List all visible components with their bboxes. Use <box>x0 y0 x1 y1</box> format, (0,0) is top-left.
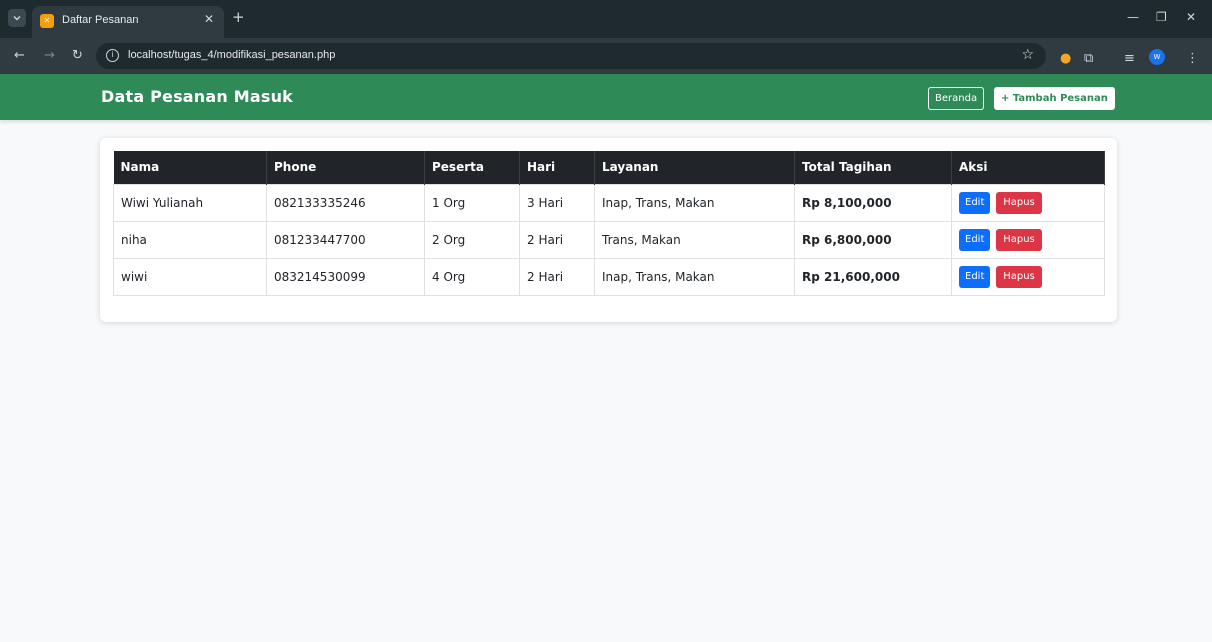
edit-button[interactable]: Edit <box>959 228 991 251</box>
edit-button[interactable]: Edit <box>959 265 991 288</box>
table-header-row: Nama Phone Peserta Hari Layanan Total Ta… <box>113 151 1105 184</box>
address-bar[interactable]: i localhost/tugas_4/modifikasi_pesanan.p… <box>96 43 1046 69</box>
tambah-pesanan-button[interactable]: + Tambah Pesanan <box>994 87 1115 110</box>
cell-aksi: Edit Hapus <box>951 257 1105 296</box>
tab-title: Daftar Pesanan <box>62 14 139 26</box>
reading-list-icon[interactable]: ≡ <box>1124 51 1135 66</box>
xampp-favicon-icon: ✕ <box>40 14 54 28</box>
table-row: Wiwi Yulianah 082133335246 1 Org 3 Hari … <box>113 183 1105 222</box>
restore-icon[interactable]: ❐ <box>1156 10 1167 24</box>
cell-peserta: 2 Org <box>424 220 520 259</box>
hapus-button[interactable]: Hapus <box>996 191 1042 214</box>
cell-phone: 081233447700 <box>266 220 425 259</box>
cell-peserta: 4 Org <box>424 257 520 296</box>
cell-total: Rp 8,100,000 <box>794 183 952 222</box>
menu-kebab-icon[interactable]: ⋮ <box>1186 51 1199 66</box>
page-title: Data Pesanan Masuk <box>101 87 294 106</box>
column-header-layanan: Layanan <box>594 151 795 184</box>
orders-table: Nama Phone Peserta Hari Layanan Total Ta… <box>113 151 1105 296</box>
orders-card: Nama Phone Peserta Hari Layanan Total Ta… <box>100 138 1117 322</box>
chevron-down-icon <box>13 15 21 21</box>
url-text[interactable]: localhost/tugas_4/modifikasi_pesanan.php <box>128 49 335 61</box>
site-info-icon[interactable]: i <box>106 49 119 62</box>
cell-layanan: Inap, Trans, Makan <box>594 183 795 222</box>
cell-hari: 3 Hari <box>519 183 595 222</box>
column-header-aksi: Aksi <box>951 151 1105 184</box>
column-header-hari: Hari <box>519 151 595 184</box>
column-header-nama: Nama <box>113 151 267 184</box>
cell-phone: 082133335246 <box>266 183 425 222</box>
profile-avatar[interactable]: W <box>1149 49 1165 65</box>
column-header-phone: Phone <box>266 151 425 184</box>
back-icon[interactable]: ← <box>14 48 25 63</box>
table-row: niha 081233447700 2 Org 2 Hari Trans, Ma… <box>113 220 1105 259</box>
column-header-total: Total Tagihan <box>794 151 952 184</box>
browser-tab-bar: ✕ Daftar Pesanan ✕ + — ❐ ✕ <box>0 0 1212 38</box>
cell-total: Rp 6,800,000 <box>794 220 952 259</box>
cell-nama: niha <box>113 220 267 259</box>
extension-icon[interactable]: ● <box>1060 51 1071 66</box>
cell-aksi: Edit Hapus <box>951 220 1105 259</box>
tab-search-button[interactable] <box>8 9 26 27</box>
cell-nama: Wiwi Yulianah <box>113 183 267 222</box>
hapus-button[interactable]: Hapus <box>996 265 1042 288</box>
forward-icon[interactable]: → <box>44 48 55 63</box>
extensions-puzzle-icon[interactable]: ⧉ <box>1084 51 1093 66</box>
cell-nama: wiwi <box>113 257 267 296</box>
table-row: wiwi 083214530099 4 Org 2 Hari Inap, Tra… <box>113 257 1105 296</box>
cell-phone: 083214530099 <box>266 257 425 296</box>
edit-button[interactable]: Edit <box>959 191 991 214</box>
hapus-button[interactable]: Hapus <box>996 228 1042 251</box>
browser-tab-active[interactable]: ✕ Daftar Pesanan ✕ <box>32 6 224 38</box>
column-header-peserta: Peserta <box>424 151 520 184</box>
browser-nav-bar: ← → ↻ i localhost/tugas_4/modifikasi_pes… <box>0 38 1212 74</box>
cell-hari: 2 Hari <box>519 257 595 296</box>
minimize-icon[interactable]: — <box>1127 10 1139 24</box>
cell-total: Rp 21,600,000 <box>794 257 952 296</box>
close-window-icon[interactable]: ✕ <box>1186 10 1196 24</box>
app-header: Data Pesanan Masuk Beranda + Tambah Pesa… <box>0 74 1212 120</box>
reload-icon[interactable]: ↻ <box>72 48 83 63</box>
new-tab-icon[interactable]: + <box>232 10 245 25</box>
cell-aksi: Edit Hapus <box>951 183 1105 222</box>
bookmark-star-icon[interactable]: ☆ <box>1021 47 1034 63</box>
beranda-button[interactable]: Beranda <box>928 87 985 110</box>
tab-close-icon[interactable]: ✕ <box>204 12 214 26</box>
cell-peserta: 1 Org <box>424 183 520 222</box>
cell-layanan: Inap, Trans, Makan <box>594 257 795 296</box>
cell-layanan: Trans, Makan <box>594 220 795 259</box>
cell-hari: 2 Hari <box>519 220 595 259</box>
